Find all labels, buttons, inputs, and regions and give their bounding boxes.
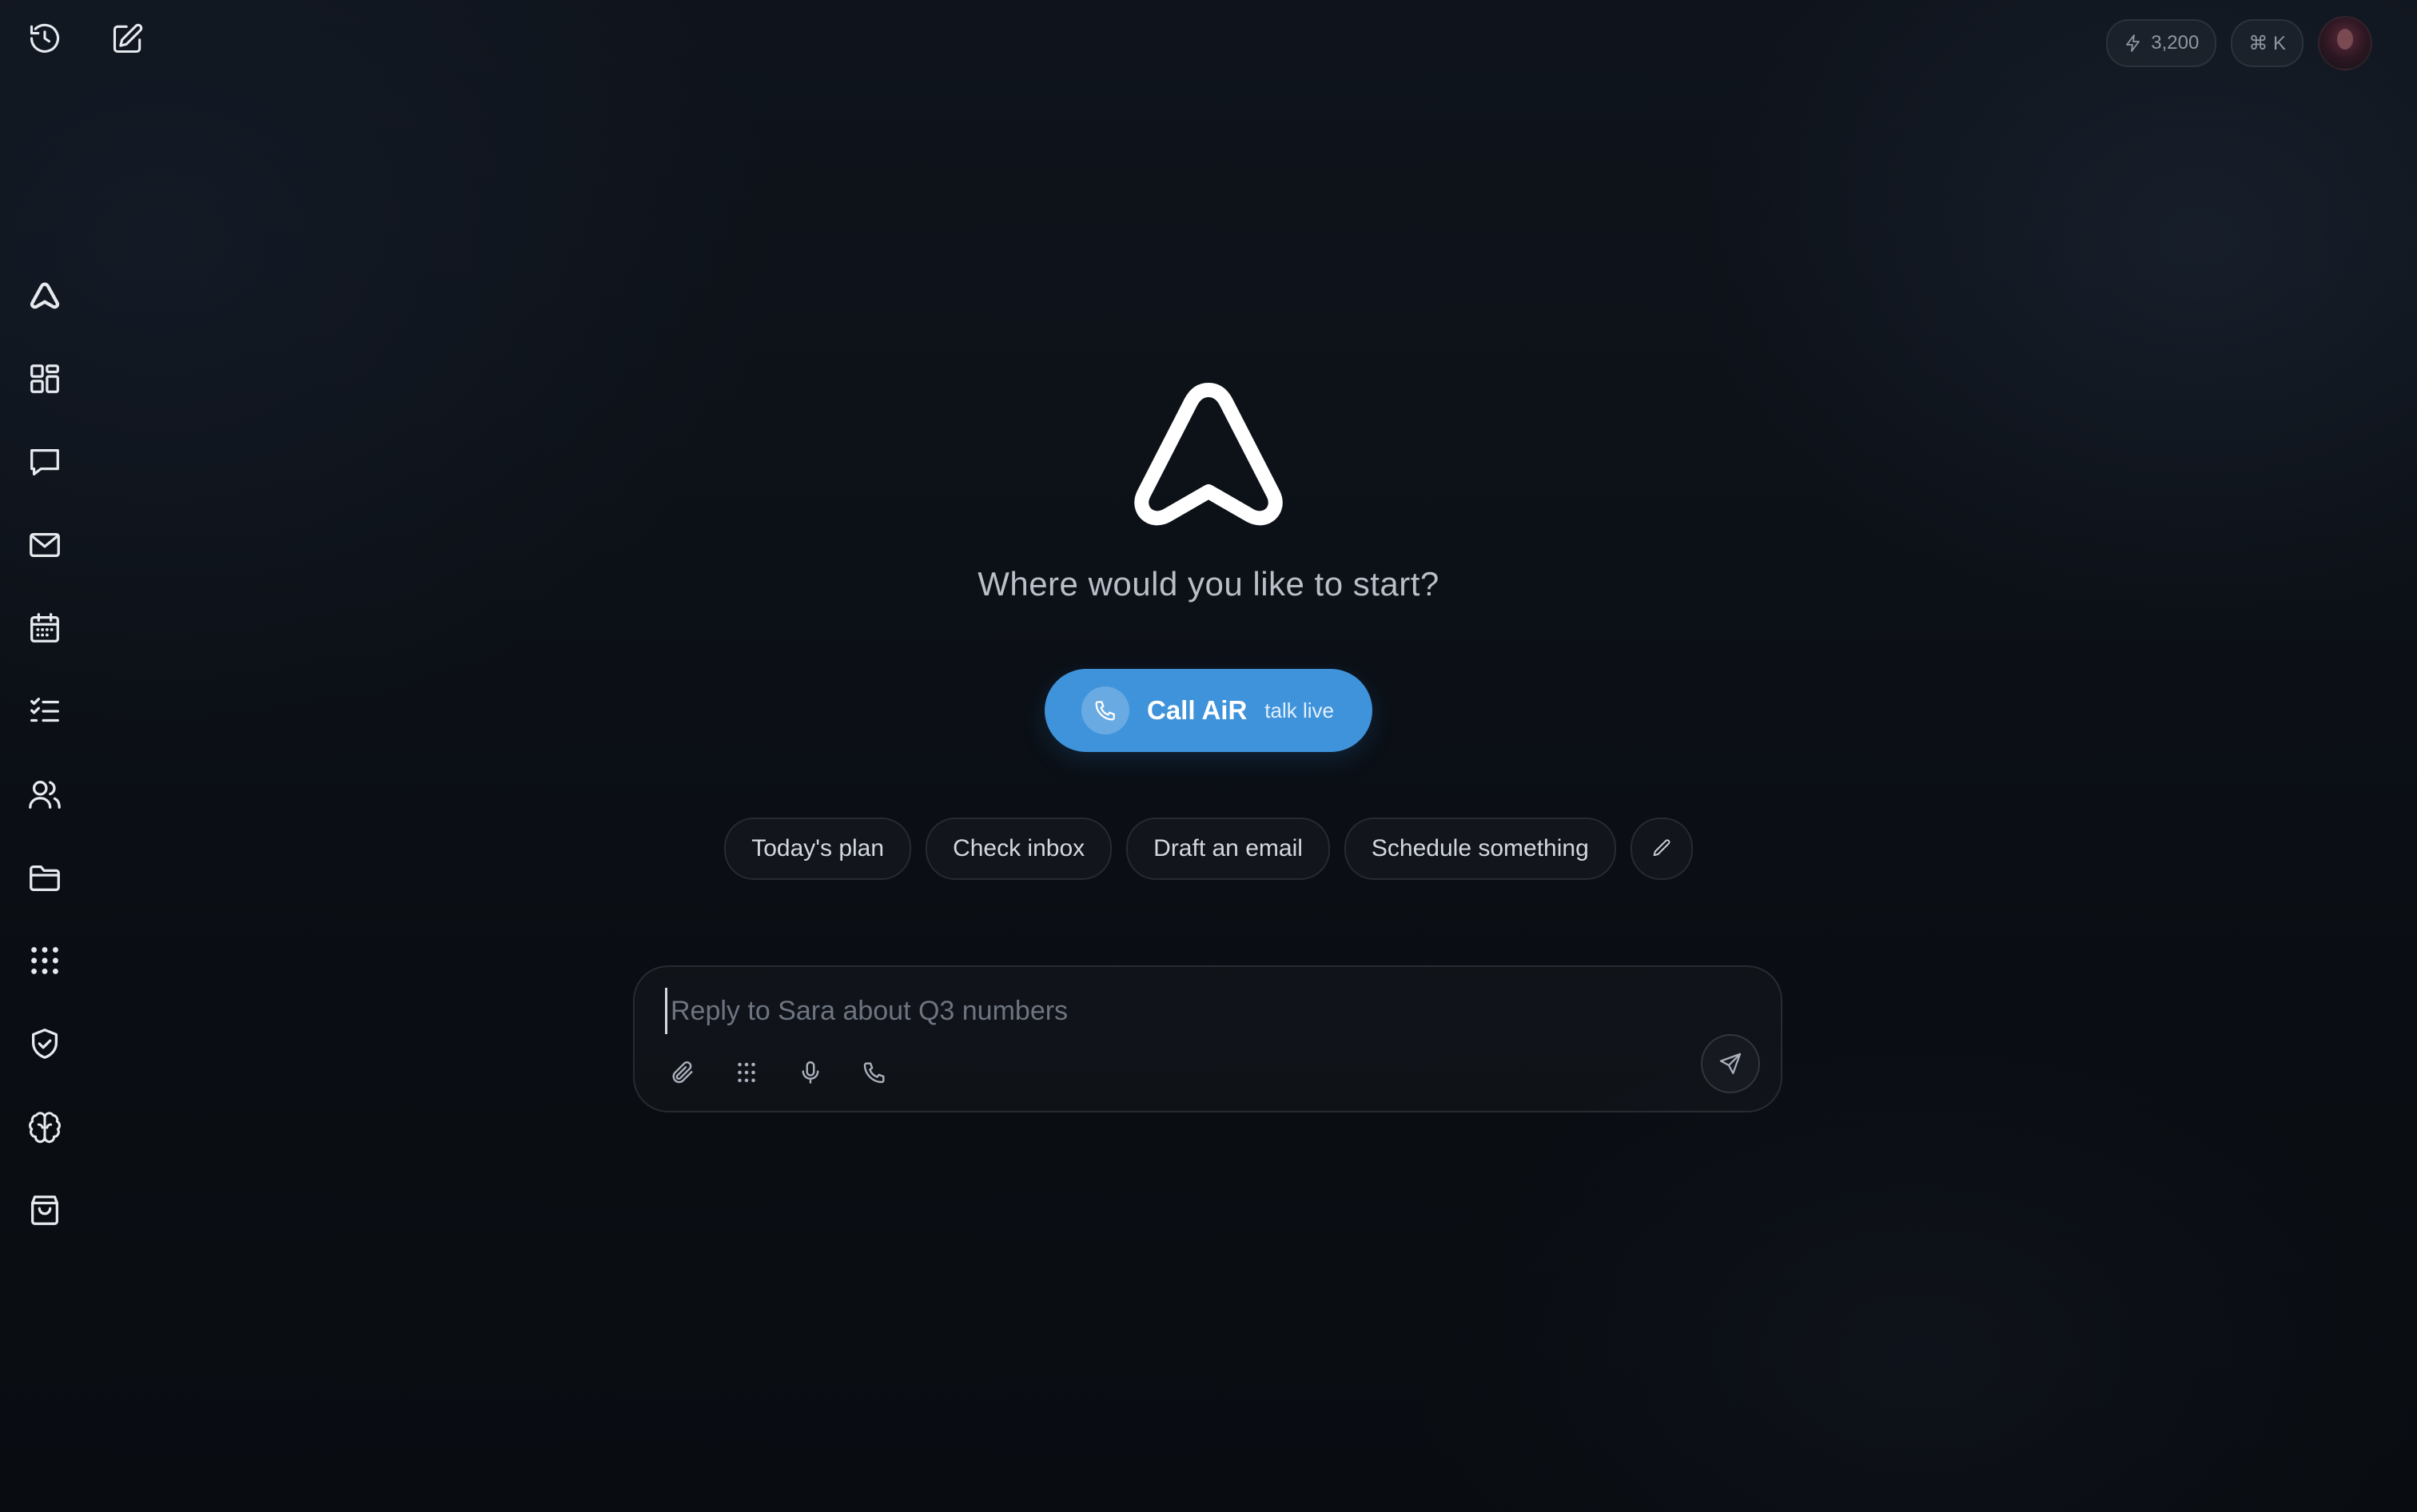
phone-icon [1081, 686, 1129, 734]
edit-chips-button[interactable] [1630, 818, 1693, 880]
brain-icon[interactable] [24, 1106, 66, 1148]
top-right-status: 3,200 ⌘ K [2106, 16, 2372, 70]
air-logo-icon[interactable] [24, 275, 66, 316]
shopping-bag-icon[interactable] [24, 1189, 66, 1231]
message-input[interactable] [665, 988, 1711, 1034]
microphone-icon[interactable] [794, 1056, 826, 1088]
history-icon[interactable] [24, 18, 66, 59]
call-air-label: Call AiR [1147, 695, 1248, 725]
air-logo-icon [1125, 376, 1292, 536]
composer-toolbar [667, 1056, 890, 1088]
send-icon [1719, 1052, 1742, 1075]
chip-check-inbox[interactable]: Check inbox [926, 818, 1113, 880]
suggestion-chips: Today's plan Check inbox Draft an email … [724, 818, 1693, 880]
pencil-icon [1653, 839, 1670, 857]
chip-draft-email[interactable]: Draft an email [1126, 818, 1330, 880]
call-air-sublabel: talk live [1264, 698, 1334, 722]
message-composer [633, 965, 1782, 1112]
new-chat-icon[interactable] [107, 18, 149, 59]
command-shortcut-badge[interactable]: ⌘ K [2231, 19, 2304, 67]
credits-badge[interactable]: 3,200 [2106, 19, 2217, 67]
call-air-button[interactable]: Call AiR talk live [1045, 669, 1372, 752]
send-button[interactable] [1701, 1034, 1760, 1093]
credits-count: 3,200 [2151, 32, 2200, 54]
shield-check-icon[interactable] [24, 1023, 66, 1064]
shortcut-label: ⌘ K [2248, 32, 2286, 54]
attachment-icon[interactable] [667, 1056, 699, 1088]
apps-grid-icon[interactable] [24, 940, 66, 981]
chip-todays-plan[interactable]: Today's plan [724, 818, 912, 880]
main-content: Where would you like to start? Call AiR … [0, 376, 2417, 880]
top-left-actions [24, 18, 149, 59]
keypad-icon[interactable] [731, 1056, 763, 1088]
lightning-icon [2126, 34, 2140, 52]
phone-icon[interactable] [858, 1056, 890, 1088]
chip-schedule-something[interactable]: Schedule something [1344, 818, 1616, 880]
avatar[interactable] [2318, 16, 2372, 70]
page-title: Where would you like to start? [978, 565, 1439, 603]
